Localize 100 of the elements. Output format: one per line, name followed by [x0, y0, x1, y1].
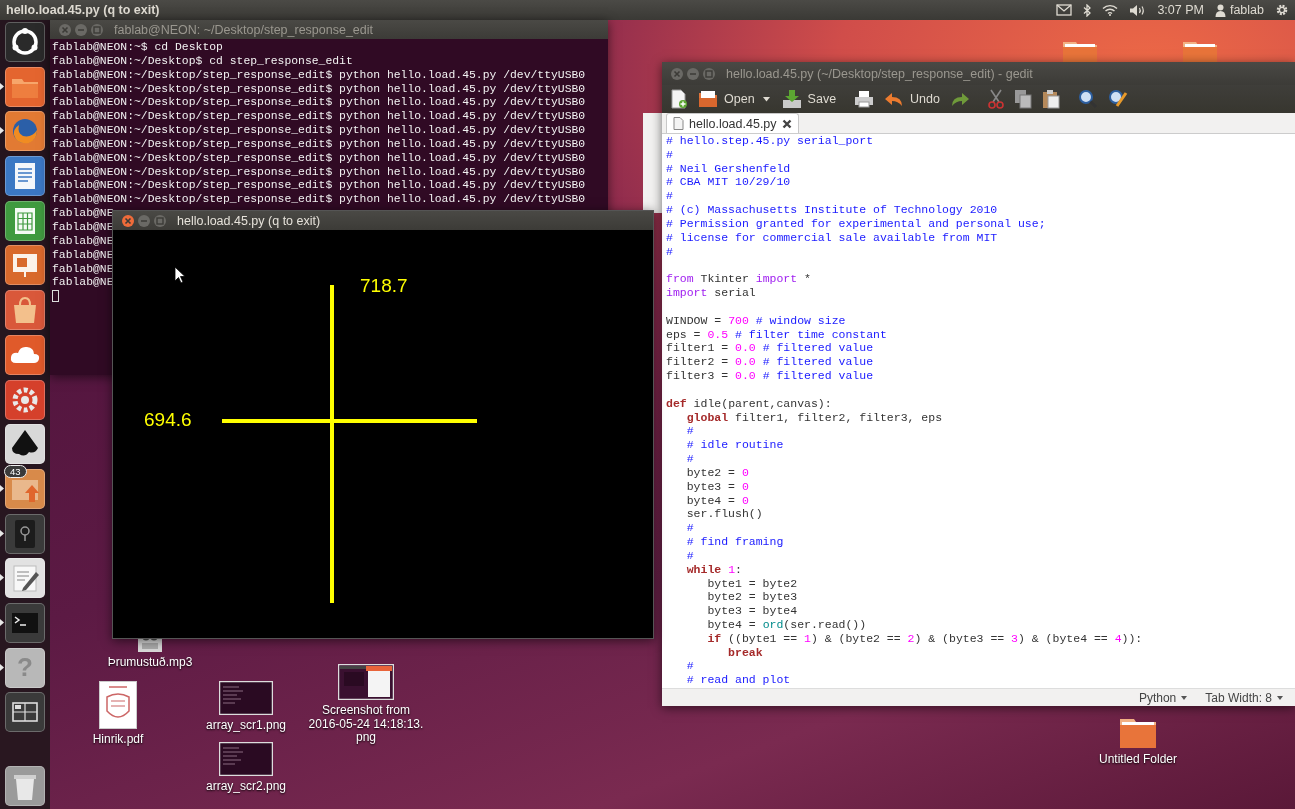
- text-cursor: [52, 290, 59, 303]
- folder-icon: [698, 89, 718, 109]
- save-button[interactable]: Save: [777, 86, 841, 112]
- launcher-icon[interactable]: [5, 245, 45, 286]
- terminal-line: fablab@NEON:~/Desktop/step_response_edit$ python hello.load.45.py /dev/ttyUSB0: [52, 110, 586, 125]
- language-dropdown[interactable]: Python: [1132, 690, 1194, 705]
- active-window-title: hello.load.45.py (q to exit): [6, 3, 160, 17]
- settings-icon[interactable]: [1275, 3, 1289, 17]
- printer-icon: [854, 89, 875, 109]
- image-thumbnail-icon[interactable]: [338, 664, 394, 700]
- code-line: #: [685, 521, 694, 535]
- code-line: #: [666, 147, 673, 162]
- terminal-line: fablab@NE: [52, 234, 114, 249]
- launcher-icon[interactable]: [5, 22, 45, 62]
- launcher-icon[interactable]: [5, 334, 45, 375]
- terminal-line: fablab@NEON:~/Desktop$ cd step_response_edit: [52, 54, 353, 69]
- launcher-icon[interactable]: [5, 66, 45, 107]
- file-name[interactable]: Untitled Folder: [1098, 753, 1177, 767]
- launcher-icon[interactable]: [5, 156, 45, 197]
- code-line: # find framing: [685, 535, 784, 549]
- volume-icon[interactable]: [1129, 3, 1147, 17]
- code-line: filter1 = 0.0 # filtered value: [666, 341, 874, 356]
- close-icon[interactable]: [781, 118, 792, 129]
- launcher-icon[interactable]: 43: [5, 468, 45, 509]
- caret-icon: [1181, 695, 1188, 700]
- bluetooth-icon[interactable]: [1083, 3, 1092, 17]
- code-line: byte4 = 0: [685, 493, 749, 508]
- terminal-line: fablab@NEON:~/Desktop/step_response_edit$ python hello.load.45.py /dev/ttyUSB0: [52, 96, 586, 111]
- count-badge: 43: [4, 464, 27, 478]
- code-line: break: [727, 645, 763, 660]
- terminal-line: fablab@NEON:~/Desktop/step_response_edit$ python hello.load.45.py /dev/ttyUSB0: [52, 124, 586, 138]
- code-line: filter3 = 0.0 # filtered value: [666, 369, 874, 383]
- tab-width-dropdown[interactable]: Tab Width: 8: [1199, 690, 1289, 705]
- code-line: # read and plot: [685, 673, 791, 688]
- file-name[interactable]: Screenshot from 2016-05-24 14:18:13. png: [308, 704, 424, 745]
- terminal-line: fablab@NEON:~/Desktop/step_response_edit$ python hello.load.45.py /dev/ttyUSB0: [52, 179, 586, 194]
- code-line: byte4 = ord(ser.read()): [706, 618, 867, 632]
- code-line: #: [666, 244, 673, 259]
- clipboard-icon: [1042, 89, 1060, 109]
- terminal-line: fablab@NE: [52, 262, 114, 277]
- launcher-icon[interactable]: [5, 290, 45, 331]
- launcher-icon[interactable]: [5, 111, 45, 152]
- code-line: #: [666, 189, 673, 204]
- code-line: #: [685, 548, 694, 563]
- find-replace-icon: [1108, 89, 1128, 109]
- scissors-icon: [988, 89, 1004, 109]
- code-line: # hello.step.45.py serial_port: [666, 134, 874, 148]
- code-line: byte2 = 0: [685, 465, 749, 480]
- image-thumbnail-icon[interactable]: [219, 742, 273, 776]
- window-title: hello.load.45.py (q to exit): [177, 213, 321, 228]
- terminal-line: fablab@NEON:~/Desktop/step_response_edit$ python hello.load.45.py /dev/ttyUSB0: [52, 137, 586, 152]
- file-name[interactable]: Þrumustuð.mp3: [107, 656, 193, 670]
- file-name[interactable]: Hinrik.pdf: [92, 733, 144, 747]
- code-line: if ((byte1 == 1) & (byte2 == 2) & (byte3 == 3) & (byte4 == 4)):: [706, 631, 1143, 646]
- code-line: #: [685, 659, 694, 674]
- caret-icon: [1277, 695, 1283, 700]
- terminal-line: fablab@NEON:~/Desktop/step_response_edit$ python hello.load.45.py /dev/ttyUSB0: [52, 165, 586, 180]
- wifi-icon[interactable]: [1102, 4, 1119, 16]
- terminal-line: fablab@NEON:~/Desktop/step_response_edit$ python hello.load.45.py /dev/ttyUSB0: [52, 68, 586, 83]
- code-line: byte2 = byte3: [706, 590, 798, 605]
- code-line: eps = 0.5 # filter time constant: [666, 327, 887, 342]
- document-thumbnail-icon[interactable]: [99, 681, 137, 729]
- open-button[interactable]: Open: [694, 86, 759, 112]
- new-document-icon: [670, 89, 688, 109]
- launcher-icon[interactable]: [5, 379, 45, 420]
- code-line: # (c) Massachusetts Institute of Technology 2010: [666, 203, 998, 217]
- mouse-pointer-icon: [174, 266, 186, 284]
- question-mark-glyph: ?: [17, 652, 33, 684]
- terminal-line: fablab@NEON:~$ cd Desktop: [52, 41, 223, 55]
- clock[interactable]: 3:07 PM: [1157, 3, 1204, 17]
- code-line: #: [685, 452, 694, 466]
- window-title: hello.load.45.py (~/Desktop/step_response_edit) - gedit: [726, 66, 1033, 81]
- code-line: import serial: [666, 286, 756, 300]
- launcher-icon[interactable]: [5, 692, 45, 733]
- terminal-line: fablab@NE: [52, 248, 114, 263]
- code-line: from Tkinter import *: [666, 272, 811, 287]
- window-controls-icon[interactable]: [121, 213, 167, 228]
- file-name[interactable]: array_scr2.png: [205, 780, 286, 794]
- launcher-icon[interactable]: [5, 558, 45, 599]
- code-line: byte1 = byte2: [706, 576, 798, 591]
- file-name[interactable]: array_scr1.png: [205, 719, 286, 733]
- code-line: def idle(parent,canvas):: [666, 396, 832, 411]
- mail-icon[interactable]: [1056, 4, 1073, 16]
- user-icon[interactable]: [1214, 3, 1226, 17]
- copy-icon: [1014, 89, 1032, 109]
- terminal-line: fablab@NE: [52, 276, 114, 291]
- launcher-icon[interactable]: [5, 200, 45, 241]
- code-line: global filter1, filter2, filter3, eps: [685, 410, 943, 425]
- image-thumbnail-icon[interactable]: [219, 681, 273, 715]
- download-icon: [781, 89, 802, 109]
- undo-button[interactable]: Undo: [880, 86, 944, 112]
- code-line: # idle routine: [685, 438, 784, 453]
- folder-icon[interactable]: [1119, 717, 1157, 749]
- code-line: # CBA MIT 10/29/10: [666, 175, 791, 190]
- caret-icon: [762, 96, 770, 102]
- launcher-icon[interactable]: [5, 424, 45, 465]
- code-line: ser.flush(): [685, 507, 763, 522]
- user-name[interactable]: fablab: [1229, 3, 1264, 17]
- code-line: byte3 = 0: [685, 479, 749, 494]
- document-tab[interactable]: hello.load.45.py: [666, 113, 799, 133]
